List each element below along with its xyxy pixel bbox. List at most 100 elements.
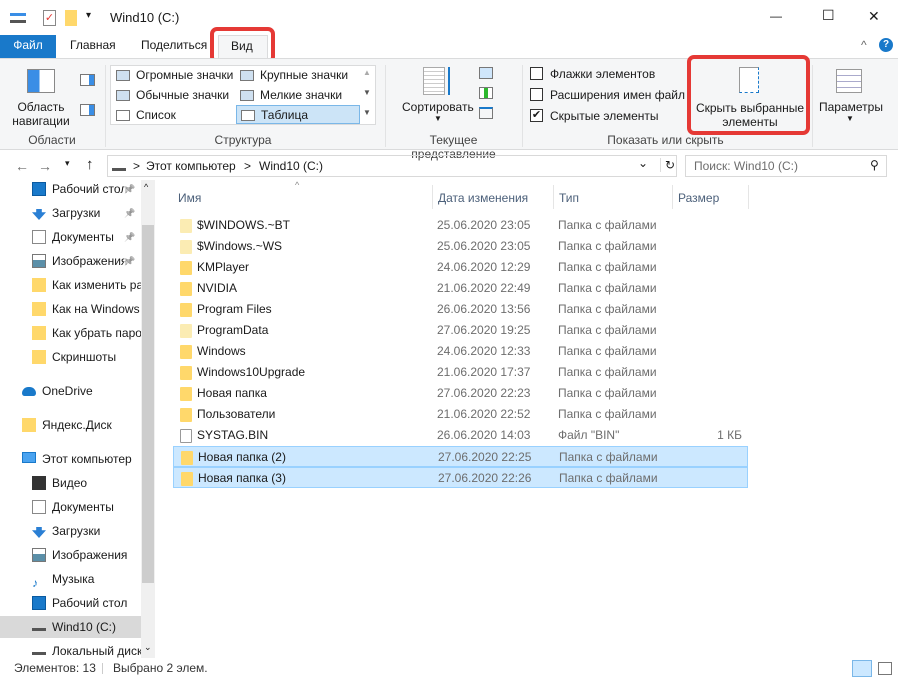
file-row[interactable]: Пользователи 21.06.2020 22:52 Папка с файл… — [173, 404, 748, 425]
file-date: 27.06.2020 19:25 — [437, 323, 531, 337]
file-row[interactable]: Новая папка 27.06.2020 22:23 Папка с файла… — [173, 383, 748, 404]
pin-icon[interactable]: 📌 — [124, 250, 136, 272]
file-row[interactable]: SYSTAG.BIN 26.06.2020 14:03 Файл "BIN" 1 КБ — [173, 425, 748, 446]
refresh-button[interactable]: ↻ — [660, 158, 675, 172]
sidebar-item[interactable]: ♪ Музыка — [32, 568, 141, 590]
layout-extra-large-icons[interactable]: Огромные значки — [112, 66, 233, 85]
sidebar-item[interactable]: Рабочий стол 📌 — [32, 180, 141, 200]
search-input[interactable]: Поиск: Wind10 (C:) ⚲ — [685, 155, 887, 177]
desktop-icon — [32, 596, 46, 610]
file-row[interactable]: KMPlayer 24.06.2020 12:29 Папка с файлами — [173, 257, 748, 278]
column-header-name[interactable]: Имя — [178, 188, 201, 208]
sort-dropdown-icon[interactable]: ▼ — [434, 114, 442, 123]
large-icons-view-button[interactable] — [878, 662, 892, 675]
group-divider — [812, 65, 813, 147]
file-extensions-toggle[interactable]: Расширения имен файлов — [530, 88, 685, 104]
gallery-expand[interactable]: ▼ — [363, 108, 371, 117]
column-divider[interactable] — [748, 185, 749, 209]
item-checkboxes-toggle[interactable]: Флажки элементов — [530, 67, 655, 83]
column-divider[interactable] — [553, 185, 554, 209]
new-folder-icon[interactable] — [65, 10, 77, 26]
recent-locations[interactable]: ▾ — [65, 158, 70, 169]
up-button[interactable]: ↑ — [86, 156, 94, 173]
layout-large-icons[interactable]: Крупные значки — [236, 66, 348, 85]
pin-icon[interactable]: 📌 — [124, 202, 136, 224]
file-row[interactable]: Program Files 26.06.2020 13:56 Папка с фай… — [173, 299, 748, 320]
column-header-size[interactable]: Размер — [678, 188, 719, 208]
properties-icon[interactable]: ✓ — [43, 10, 56, 26]
pin-icon[interactable]: 📌 — [124, 180, 136, 200]
minimize-button[interactable]: — — [770, 9, 782, 23]
file-row[interactable]: $Windows.~WS 25.06.2020 23:05 Папка с файл… — [173, 236, 748, 257]
options-button[interactable]: Параметры — [819, 100, 883, 114]
scroll-down-arrow[interactable]: ⌄ — [144, 642, 152, 653]
file-row[interactable]: Windows10Upgrade 21.06.2020 17:37 Папка с … — [173, 362, 748, 383]
sidebar-item[interactable]: Документы 📌 — [32, 226, 141, 248]
sidebar-item[interactable]: Как убрать пароль — [32, 322, 141, 344]
hidden-items-toggle[interactable]: ✔ Скрытые элементы — [530, 109, 659, 125]
details-pane-icon[interactable] — [80, 104, 95, 116]
sidebar-item[interactable]: Загрузки — [32, 520, 141, 542]
forward-button[interactable]: → — [38, 158, 52, 174]
breadcrumb-drive[interactable]: Wind10 (C:) — [259, 159, 323, 173]
column-divider[interactable] — [432, 185, 433, 209]
layout-small-icons[interactable]: Мелкие значки — [236, 86, 342, 105]
options-dropdown-icon[interactable]: ▼ — [846, 114, 854, 123]
sidebar-item[interactable]: Как на Windows — [32, 298, 141, 320]
sidebar-item[interactable]: Видео — [32, 472, 141, 494]
checkbox[interactable] — [530, 67, 543, 80]
layout-medium-icons[interactable]: Обычные значки — [112, 86, 229, 105]
checkbox[interactable] — [530, 88, 543, 101]
sidebar-item[interactable]: Как изменить разрешение — [32, 274, 141, 296]
sidebar-scrollbar[interactable]: ^ ⌄ — [141, 180, 155, 658]
preview-pane-icon[interactable] — [80, 74, 95, 86]
layout-list[interactable]: Список — [112, 106, 176, 125]
column-header-date[interactable]: Дата изменения — [438, 188, 528, 208]
sidebar-item[interactable]: Изображения 📌 — [32, 250, 141, 272]
size-columns-icon[interactable] — [479, 107, 493, 119]
tab-file[interactable]: Файл — [0, 35, 56, 58]
collapse-ribbon-button[interactable]: ^ — [861, 38, 867, 52]
group-by-icon[interactable] — [479, 67, 493, 79]
sidebar-item[interactable]: Wind10 (C:) — [0, 616, 141, 638]
layout-details[interactable]: Таблица — [236, 105, 360, 124]
file-row[interactable]: Windows 24.06.2020 12:33 Папка с файлами — [173, 341, 748, 362]
help-button[interactable]: ? — [879, 38, 893, 52]
sidebar-item[interactable]: Скриншоты — [32, 346, 141, 368]
sidebar-item[interactable]: Рабочий стол — [32, 592, 141, 614]
file-row[interactable]: NVIDIA 21.06.2020 22:49 Папка с файлами — [173, 278, 748, 299]
add-columns-icon[interactable] — [479, 87, 493, 99]
sidebar-item[interactable]: Документы — [32, 496, 141, 518]
file-row[interactable]: Новая папка (2) 27.06.2020 22:25 Папка с ф… — [173, 446, 748, 467]
sidebar-item[interactable]: Изображения — [32, 544, 141, 566]
sort-button[interactable]: Сортировать — [402, 100, 474, 114]
tab-home[interactable]: Главная — [60, 35, 126, 58]
sidebar-item[interactable]: Загрузки 📌 — [32, 202, 141, 224]
file-row[interactable]: $WINDOWS.~BT 25.06.2020 23:05 Папка с файл… — [173, 215, 748, 236]
details-view-button[interactable] — [852, 660, 872, 677]
gallery-scroll-up[interactable]: ▲ — [363, 68, 371, 77]
scroll-thumb[interactable] — [142, 225, 154, 583]
tab-share[interactable]: Поделиться — [131, 35, 217, 58]
breadcrumb-this-pc[interactable]: Этот компьютер — [146, 159, 236, 173]
file-row[interactable]: ProgramData 27.06.2020 19:25 Папка с файла… — [173, 320, 748, 341]
column-header-type[interactable]: Тип — [559, 188, 579, 208]
sidebar-item[interactable]: Яндекс.Диск — [22, 414, 141, 436]
address-bar[interactable]: > Этот компьютер > Wind10 (C:) ⌄ ↻ — [107, 155, 677, 177]
address-history-button[interactable]: ⌄ — [638, 156, 648, 170]
close-button[interactable]: ✕ — [868, 8, 880, 25]
file-row[interactable]: Новая папка (3) 27.06.2020 22:26 Папка с ф… — [173, 467, 748, 488]
navigation-pane-button[interactable]: Область навигации — [8, 100, 74, 128]
sidebar-item[interactable]: Локальный диск — [32, 640, 141, 658]
sidebar-item[interactable]: OneDrive — [22, 380, 141, 402]
customize-toolbar-icon[interactable]: ▾ — [86, 10, 91, 21]
search-icon[interactable]: ⚲ — [870, 158, 879, 172]
pin-icon[interactable]: 📌 — [124, 226, 136, 248]
gallery-scroll-down[interactable]: ▼ — [363, 88, 371, 97]
back-button[interactable]: ← — [15, 158, 29, 174]
column-divider[interactable] — [672, 185, 673, 209]
scroll-up-arrow[interactable]: ^ — [144, 182, 148, 192]
sidebar-item[interactable]: Этот компьютер — [22, 448, 141, 470]
maximize-button[interactable]: ☐ — [822, 7, 835, 24]
checkbox-checked[interactable]: ✔ — [530, 109, 543, 122]
